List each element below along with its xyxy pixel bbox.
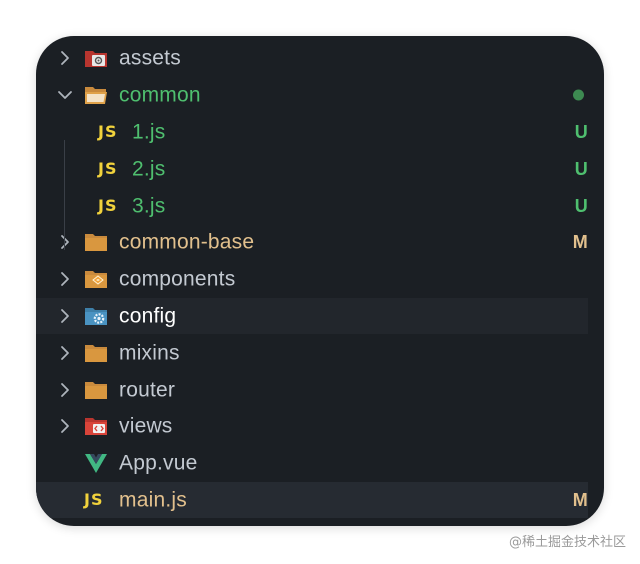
tree-item-label: views <box>119 414 173 438</box>
chevron-right-icon[interactable] <box>56 270 74 288</box>
chevron-right-icon[interactable] <box>56 233 74 251</box>
tree-item-label: components <box>119 267 236 291</box>
chevron-right-icon[interactable] <box>56 49 74 67</box>
chevron-right-icon[interactable] <box>56 417 74 435</box>
tree-item-2-js[interactable]: JS 2.js U <box>36 150 588 187</box>
js-file-icon: JS <box>98 195 118 215</box>
js-file-icon: JS <box>98 121 118 141</box>
git-status-badge: U <box>574 121 588 142</box>
tree-item-views[interactable]: views <box>36 408 588 445</box>
tree-item-label: common-base <box>119 230 255 254</box>
tree-item-label: main.js <box>119 488 187 512</box>
folder-open-icon <box>85 87 107 105</box>
js-file-icon: JS <box>84 489 104 509</box>
tree-item-config[interactable]: config <box>36 297 588 335</box>
git-status-badge: M <box>572 489 588 510</box>
tree-item-3-js[interactable]: JS 3.js U <box>36 187 588 224</box>
folder-icon <box>85 381 107 399</box>
tree-item-common[interactable]: common <box>36 77 588 114</box>
tree-item-mixins[interactable]: mixins <box>36 334 588 371</box>
folder-assets-icon <box>85 51 107 68</box>
folder-config-icon <box>85 307 107 325</box>
folder-components-icon <box>85 271 107 289</box>
tree-item-assets[interactable]: assets <box>36 40 588 77</box>
tree-item-label: 2.js <box>132 157 166 181</box>
folder-views-icon <box>85 418 107 436</box>
page: assets common JS 1.js U JS 2.js U JS 3.j… <box>0 0 640 564</box>
watermark: @稀土掘金技术社区 <box>508 535 626 550</box>
chevron-right-icon[interactable] <box>56 381 74 399</box>
tree-item-components[interactable]: components <box>36 261 588 298</box>
folder-icon <box>85 234 107 252</box>
tree-item-label: App.vue <box>119 451 198 475</box>
file-explorer-panel: assets common JS 1.js U JS 2.js U JS 3.j… <box>36 36 604 526</box>
js-file-icon: JS <box>98 158 118 178</box>
tree-item-label: mixins <box>119 341 180 365</box>
tree-item-router[interactable]: router <box>36 371 588 408</box>
chevron-right-icon[interactable] <box>56 307 74 325</box>
tree-item-common-base[interactable]: common-base M <box>36 224 588 261</box>
indent-guide <box>64 140 65 250</box>
tree-item-label: 1.js <box>132 120 166 144</box>
file-tree: assets common JS 1.js U JS 2.js U JS 3.j… <box>36 40 588 519</box>
tree-item-label: 3.js <box>132 194 166 218</box>
chevron-down-icon[interactable] <box>56 86 74 104</box>
tree-item-label: common <box>119 83 201 107</box>
git-status-dot <box>573 89 584 101</box>
tree-item-app-vue[interactable]: App.vue <box>36 445 588 482</box>
tree-item-label: router <box>119 378 176 402</box>
vue-file-icon <box>85 454 107 474</box>
tree-item-1-js[interactable]: JS 1.js U <box>36 114 588 151</box>
chevron-right-icon[interactable] <box>56 344 74 362</box>
git-status-badge: U <box>574 195 588 216</box>
git-status-badge: M <box>572 232 588 253</box>
tree-item-label: assets <box>119 46 181 70</box>
git-status-badge: U <box>574 158 588 179</box>
tree-item-label: config <box>119 304 177 328</box>
folder-icon <box>85 344 107 362</box>
tree-item-main-js[interactable]: JS main.js M <box>36 481 588 519</box>
